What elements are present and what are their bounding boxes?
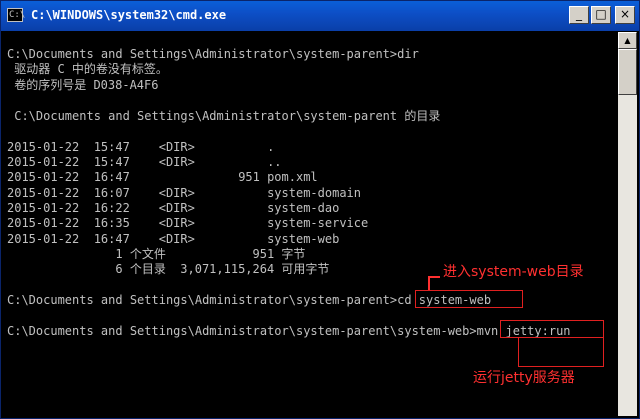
scroll-thumb[interactable] bbox=[618, 49, 637, 95]
console-line: 2015-01-22 16:35 <DIR> system-service bbox=[7, 216, 369, 230]
console-line: 2015-01-22 16:47 951 pom.xml bbox=[7, 170, 318, 184]
cd-arrow-stem bbox=[428, 276, 440, 278]
console-line: 2015-01-22 15:47 <DIR> .. bbox=[7, 155, 282, 169]
console-line: 6 个目录 3,071,115,264 可用字节 bbox=[7, 262, 330, 276]
console-line: 2015-01-22 15:47 <DIR> . bbox=[7, 140, 275, 154]
title-bar[interactable]: C:\ C:\WINDOWS\system32\cmd.exe _ □ × bbox=[1, 1, 639, 31]
vertical-scrollbar[interactable]: ▲ bbox=[618, 32, 637, 416]
console-line: 2015-01-22 16:47 <DIR> system-web bbox=[7, 232, 340, 246]
mvn-command-highlight bbox=[500, 320, 604, 338]
console-line: 2015-01-22 16:22 <DIR> system-dao bbox=[7, 201, 340, 215]
console-line: C:\Documents and Settings\Administrator\… bbox=[7, 324, 571, 338]
cd-command-highlight bbox=[415, 290, 523, 308]
cmd-app-icon[interactable]: C:\ bbox=[7, 8, 25, 22]
console-line: 卷的序列号是 D038-A4F6 bbox=[7, 78, 159, 92]
run-annotation-label: 运行jetty服务器 bbox=[473, 370, 575, 386]
scroll-up-icon[interactable]: ▲ bbox=[618, 32, 637, 49]
maximize-button[interactable]: □ bbox=[591, 6, 611, 24]
cd-annotation-label: 进入system-web目录 bbox=[443, 264, 584, 280]
mvn-arrow-icon bbox=[518, 337, 604, 367]
close-button[interactable]: × bbox=[615, 6, 635, 24]
console-line: 1 个文件 951 字节 bbox=[7, 247, 306, 261]
minimize-button[interactable]: _ bbox=[569, 6, 589, 24]
console-line: C:\Documents and Settings\Administrator\… bbox=[7, 47, 419, 61]
window-title: C:\WINDOWS\system32\cmd.exe bbox=[31, 8, 227, 22]
console-line: 2015-01-22 16:07 <DIR> system-domain bbox=[7, 186, 362, 200]
console-line: 驱动器 C 中的卷没有标签。 bbox=[7, 62, 168, 76]
cd-arrow-icon bbox=[428, 276, 430, 290]
console-line: C:\Documents and Settings\Administrator\… bbox=[7, 109, 441, 123]
